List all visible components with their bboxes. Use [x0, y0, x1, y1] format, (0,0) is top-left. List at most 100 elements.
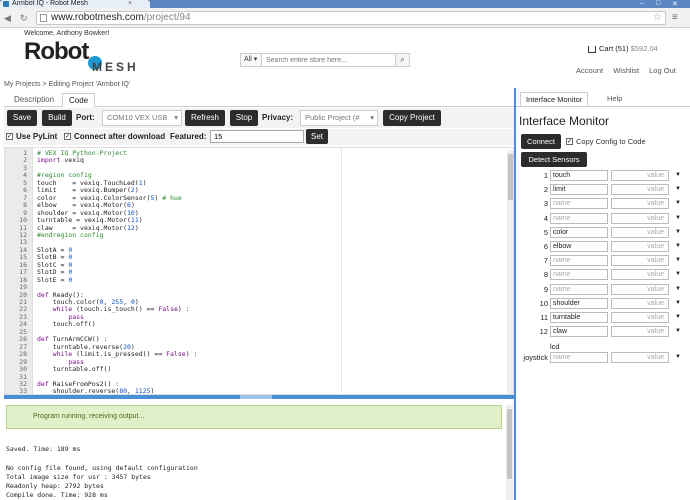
build-button[interactable]: Build — [42, 110, 72, 126]
port-value-field[interactable]: value — [611, 269, 669, 281]
tab-divider — [516, 106, 690, 107]
search-icon[interactable]: ⌕ — [396, 53, 410, 67]
wishlist-link[interactable]: Wishlist — [613, 66, 639, 75]
breadcrumb[interactable]: My Projects > Editing Project 'Armbot IQ… — [4, 81, 130, 88]
port-value-field[interactable]: value — [611, 212, 669, 224]
code-editor[interactable]: 1 2 3 4 5 6 7 8 9 10 11 12 13 14 15 16 17 18 19 20 21 22 23 24 2… — [4, 147, 514, 395]
cart-price: $592.04 — [630, 44, 658, 53]
url-input[interactable]: www.robotmesh.com/project/94 ☆ — [36, 11, 666, 25]
port-name-field[interactable]: elbow — [550, 241, 608, 252]
port-select[interactable]: COM10 VEX USB ▾ — [102, 110, 182, 126]
set-button[interactable]: Set — [306, 129, 328, 144]
browser-tab[interactable]: Armbot IQ - Robot Mesh × — [0, 0, 150, 8]
console-line: Compile done. Time: 928 ms — [6, 491, 108, 499]
port-name-field[interactable]: name — [550, 255, 608, 267]
code-line: turntable.off() — [37, 365, 112, 374]
logout-link[interactable]: Log Out — [649, 66, 676, 75]
port-value-field[interactable]: value — [611, 170, 669, 181]
port-name-field[interactable]: name — [550, 212, 608, 224]
port-value-field[interactable]: value — [611, 226, 669, 238]
port-name-field[interactable]: color — [550, 226, 608, 238]
copy-config-checkbox[interactable]: ✓ — [566, 138, 573, 145]
run-status-banner: Program running, receiving output... — [6, 405, 502, 429]
refresh-button[interactable]: Refresh — [185, 110, 225, 126]
store-search-input[interactable] — [262, 53, 396, 67]
port-value-field[interactable]: value — [611, 326, 669, 338]
chevron-down-icon[interactable]: ▼ — [672, 284, 684, 295]
page-icon — [40, 14, 47, 22]
tab-interface-monitor[interactable]: Interface Monitor — [520, 92, 589, 106]
port-value-field[interactable]: value — [611, 312, 669, 323]
tab-help[interactable]: Help — [602, 92, 627, 106]
connect-button[interactable]: Connect — [521, 134, 561, 149]
port-number: 1 — [543, 171, 548, 180]
url-host: www.robotmesh.com — [51, 12, 144, 23]
chevron-down-icon[interactable]: ▼ — [672, 269, 684, 280]
line-number: 33 — [19, 387, 27, 395]
chevron-down-icon[interactable]: ▼ — [672, 352, 684, 363]
port-row: 11 turntable value ▼ — [516, 312, 690, 324]
maximize-icon[interactable]: □ — [656, 0, 660, 7]
close-window-icon[interactable]: ✕ — [672, 0, 678, 8]
port-name-field[interactable]: name — [550, 198, 608, 210]
chevron-down-icon[interactable]: ▼ — [672, 198, 684, 209]
chevron-down-icon[interactable]: ▼ — [672, 255, 684, 266]
interface-monitor-pane: Interface Monitor Help Interface Monitor… — [514, 88, 690, 500]
port-value-field[interactable]: value — [611, 255, 669, 267]
minimize-icon[interactable]: – — [640, 0, 644, 7]
close-tab-icon[interactable]: × — [128, 0, 132, 8]
port-value-field[interactable]: value — [611, 241, 669, 252]
save-button[interactable]: Save — [7, 110, 37, 126]
browser-menu-icon[interactable]: ≡ — [672, 12, 684, 23]
port-number: 3 — [543, 199, 548, 209]
chevron-down-icon[interactable]: ▼ — [672, 298, 684, 309]
editor-scrollbar-thumb[interactable] — [508, 154, 513, 200]
port-value-field[interactable]: value — [611, 198, 669, 210]
account-link[interactable]: Account — [576, 66, 603, 75]
tab-description[interactable]: Description — [8, 93, 60, 107]
port-name-field[interactable]: claw — [550, 326, 608, 338]
port-number: 7 — [543, 256, 548, 266]
browser-titlebar: Armbot IQ - Robot Mesh × – □ ✕ — [0, 0, 690, 8]
robotmesh-logo[interactable]: Robot MESH — [24, 38, 136, 78]
port-name-field[interactable]: name — [550, 283, 608, 295]
logo-robot-text: Robot — [24, 38, 89, 65]
joystick-value-field[interactable]: value — [611, 352, 669, 363]
use-pylint-label: Use PyLint — [16, 132, 58, 141]
port-value-field[interactable]: value — [611, 283, 669, 295]
console-scrollbar-thumb[interactable] — [507, 409, 512, 479]
port-value-field[interactable]: value — [611, 184, 669, 196]
port-name-field[interactable]: limit — [550, 184, 608, 196]
joystick-name-field[interactable]: name — [550, 352, 608, 363]
detect-sensors-button[interactable]: Detect Sensors — [521, 152, 587, 167]
cart-link[interactable]: Cart (51) $592.04 — [588, 44, 658, 53]
use-pylint-checkbox[interactable]: ✓ — [6, 133, 13, 140]
bookmark-star-icon[interactable]: ☆ — [653, 12, 662, 24]
featured-input[interactable] — [210, 130, 304, 143]
port-name-field[interactable]: shoulder — [550, 297, 608, 309]
chevron-down-icon[interactable]: ▼ — [672, 312, 684, 323]
port-number: 8 — [543, 270, 548, 280]
port-name-field[interactable]: turntable — [550, 312, 608, 323]
privacy-select[interactable]: Public Project (# ▾ — [300, 110, 378, 126]
stop-button[interactable]: Stop — [230, 110, 258, 126]
tab-code[interactable]: Code — [62, 93, 96, 107]
chevron-down-icon[interactable]: ▼ — [672, 170, 684, 181]
editor-tabs: Description Code — [4, 91, 514, 107]
chevron-down-icon[interactable]: ▼ — [672, 184, 684, 195]
port-row: 2 limit value ▼ — [516, 184, 690, 196]
chevron-down-icon[interactable]: ▼ — [672, 227, 684, 238]
code-line: import vexiq — [37, 156, 84, 165]
chevron-down-icon[interactable]: ▼ — [672, 326, 684, 337]
chevron-down-icon[interactable]: ▼ — [672, 241, 684, 252]
chevron-down-icon[interactable]: ▼ — [672, 213, 684, 224]
back-icon[interactable]: ◀ — [4, 13, 11, 24]
copy-project-button[interactable]: Copy Project — [383, 110, 441, 126]
port-value-field[interactable]: value — [611, 297, 669, 309]
connect-after-download-checkbox[interactable]: ✓ — [64, 133, 71, 140]
port-name-field[interactable]: touch — [550, 170, 608, 181]
featured-label: Featured: — [170, 132, 207, 141]
port-name-field[interactable]: name — [550, 269, 608, 281]
refresh-browser-icon[interactable]: ↻ — [20, 13, 28, 24]
search-category-select[interactable]: All ▾ — [240, 53, 262, 67]
